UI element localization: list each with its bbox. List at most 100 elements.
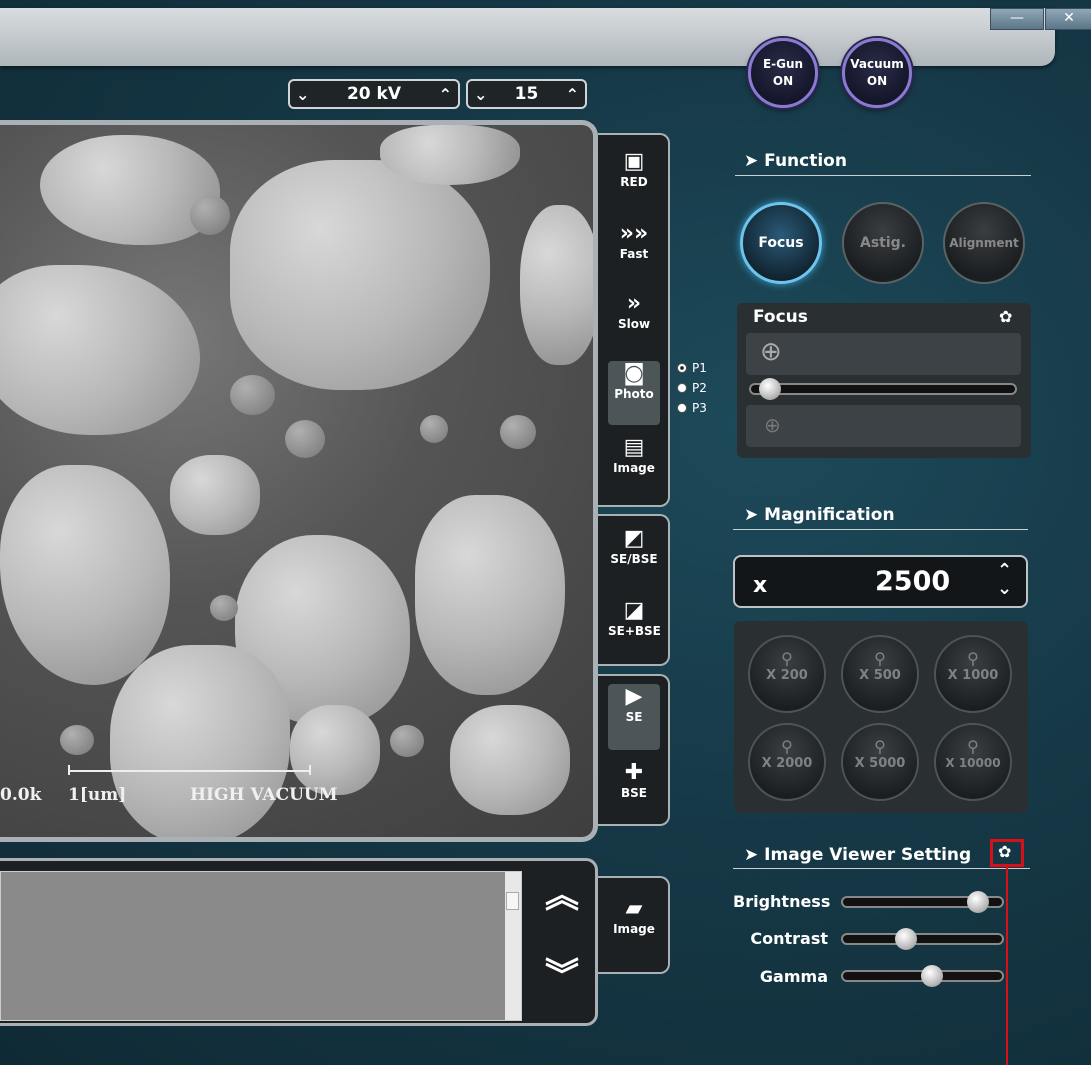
- particle: [40, 135, 220, 245]
- magnification-field[interactable]: x 2500 ⌃ ⌄: [733, 555, 1028, 608]
- minimize-button[interactable]: —: [990, 8, 1044, 30]
- egun-button[interactable]: E-Gun ON: [748, 38, 818, 108]
- se-bse-label: SE/BSE: [610, 552, 658, 566]
- mag-x200-button[interactable]: ⚲ X 200: [748, 635, 826, 713]
- fast-arrows-icon: »»: [619, 221, 649, 246]
- mag-preset-label: X 200: [766, 668, 808, 683]
- particle: [170, 455, 260, 535]
- contrast-slider[interactable]: [841, 933, 1004, 945]
- kv-stepper: ⌄ 20 kV ⌃: [288, 79, 460, 109]
- astig-button[interactable]: Astig.: [842, 202, 924, 284]
- signal-panel: ▶ SE ✚ BSE: [598, 674, 670, 826]
- se-bse-icon: ◩: [623, 526, 645, 551]
- image-folder-button[interactable]: ▰ Image: [608, 896, 660, 960]
- crosshair-small-icon: ⊕: [764, 413, 781, 437]
- particle: [0, 265, 200, 435]
- arrow-right-icon: ➤: [744, 845, 765, 865]
- focus-button[interactable]: Focus: [740, 202, 822, 284]
- radio-selected[interactable]: [677, 363, 687, 373]
- mag-x1000-button[interactable]: ⚲ X 1000: [934, 635, 1012, 713]
- focus-slider-knob[interactable]: [759, 378, 781, 400]
- focus-slider[interactable]: [749, 383, 1017, 395]
- se-bse-button[interactable]: ◩ SE/BSE: [608, 526, 660, 588]
- sem-image-viewer[interactable]: 0.0k 1[um] HIGH VACUUM: [0, 120, 598, 842]
- particle: [230, 375, 275, 415]
- radio[interactable]: [677, 383, 687, 393]
- preset-p1[interactable]: P1: [677, 358, 707, 378]
- slow-arrows-icon: »: [626, 291, 642, 316]
- bse-label: BSE: [621, 786, 647, 800]
- highlight-callout-line: [1006, 866, 1008, 1065]
- photo-button[interactable]: ◙ Photo: [608, 361, 660, 425]
- kv-value: 20 kV: [346, 84, 402, 104]
- particle: [60, 725, 94, 755]
- particle: [415, 495, 565, 695]
- focus-panel: Focus ✿ ⊕ ⊕: [737, 303, 1031, 458]
- chevron-double-down-icon[interactable]: ︾: [545, 959, 579, 993]
- image-stack-label: Image: [613, 461, 655, 475]
- egun-title: E-Gun: [762, 57, 804, 71]
- mag-preset-label: X 1000: [947, 668, 999, 683]
- bse-button[interactable]: ✚ BSE: [608, 760, 660, 822]
- mag-value: 2500: [875, 566, 951, 597]
- fast-label: Fast: [619, 247, 649, 261]
- alignment-button[interactable]: Alignment: [943, 202, 1025, 284]
- particle: [0, 465, 170, 685]
- brightness-slider-knob[interactable]: [967, 891, 990, 913]
- slow-label: Slow: [617, 317, 651, 331]
- scale-bar-tick: [309, 765, 311, 775]
- image-stack-button[interactable]: ▤ Image: [608, 435, 660, 497]
- particle: [390, 725, 424, 757]
- mag-prefix: x: [753, 573, 768, 598]
- particle: [285, 420, 325, 458]
- log-textarea[interactable]: [0, 871, 522, 1021]
- scan-tool-panel: ▣ RED »» Fast » Slow ◙ Photo ▤ Image: [598, 133, 670, 507]
- contrast-slider-knob[interactable]: [895, 928, 918, 950]
- log-scrollbar[interactable]: [505, 872, 521, 1020]
- red-button[interactable]: ▣ RED: [608, 149, 660, 211]
- gamma-slider-knob[interactable]: [920, 965, 943, 987]
- spot-down-button[interactable]: ⌄: [474, 85, 487, 104]
- voltage-readout: 0.0k: [0, 785, 42, 805]
- vacuum-button[interactable]: Vacuum ON: [842, 38, 912, 108]
- fast-scan-button[interactable]: »» Fast: [608, 221, 660, 283]
- photo-preset-group: P1 P2 P3: [677, 358, 707, 418]
- magnifier-icon: ⚲: [967, 649, 979, 668]
- slow-scan-button[interactable]: » Slow: [608, 291, 660, 353]
- particle: [500, 415, 536, 449]
- mag-spinner[interactable]: ⌃ ⌄: [997, 562, 1012, 598]
- particle: [290, 705, 380, 795]
- preset-p2[interactable]: P2: [677, 378, 707, 398]
- radio[interactable]: [677, 403, 687, 413]
- mag-preset-label: X 500: [859, 668, 901, 683]
- se-button[interactable]: ▶ SE: [608, 684, 660, 750]
- arrow-right-icon: ➤: [744, 151, 765, 171]
- magnifier-icon: ⚲: [874, 737, 886, 756]
- scroll-thumb[interactable]: [506, 892, 519, 910]
- arrow-right-icon: ➤: [744, 505, 765, 525]
- particle: [210, 595, 238, 621]
- mag-preset-label: X 10000: [945, 756, 1001, 770]
- function-title: Function: [764, 151, 847, 171]
- mag-x500-button[interactable]: ⚲ X 500: [841, 635, 919, 713]
- particle: [110, 645, 290, 837]
- se-plus-bse-button[interactable]: ◪ SE+BSE: [608, 598, 661, 660]
- chevron-double-up-icon[interactable]: ︽: [545, 879, 579, 913]
- spot-up-button[interactable]: ⌃: [566, 85, 579, 104]
- fine-focus-row[interactable]: ⊕: [746, 405, 1021, 447]
- vacuum-mode-label: HIGH VACUUM: [190, 785, 338, 805]
- preset-p2-label: P2: [692, 381, 707, 395]
- preset-p3[interactable]: P3: [677, 398, 707, 418]
- coarse-focus-row[interactable]: ⊕: [746, 333, 1021, 375]
- mag-x10000-button[interactable]: ⚲ X 10000: [934, 723, 1012, 801]
- kv-up-button[interactable]: ⌃: [439, 85, 452, 104]
- mag-x5000-button[interactable]: ⚲ X 5000: [841, 723, 919, 801]
- image-viewer-setting-heading: ➤ Image Viewer Setting: [744, 845, 971, 865]
- close-button[interactable]: ✕: [1045, 8, 1091, 30]
- magnifier-icon: ⚲: [781, 737, 793, 756]
- kv-down-button[interactable]: ⌄: [296, 85, 309, 104]
- monitor-icon: ▣: [623, 149, 645, 174]
- gear-icon[interactable]: ✿: [999, 307, 1012, 326]
- mag-x2000-button[interactable]: ⚲ X 2000: [748, 723, 826, 801]
- detector-mix-panel: ◩ SE/BSE ◪ SE+BSE: [598, 514, 670, 666]
